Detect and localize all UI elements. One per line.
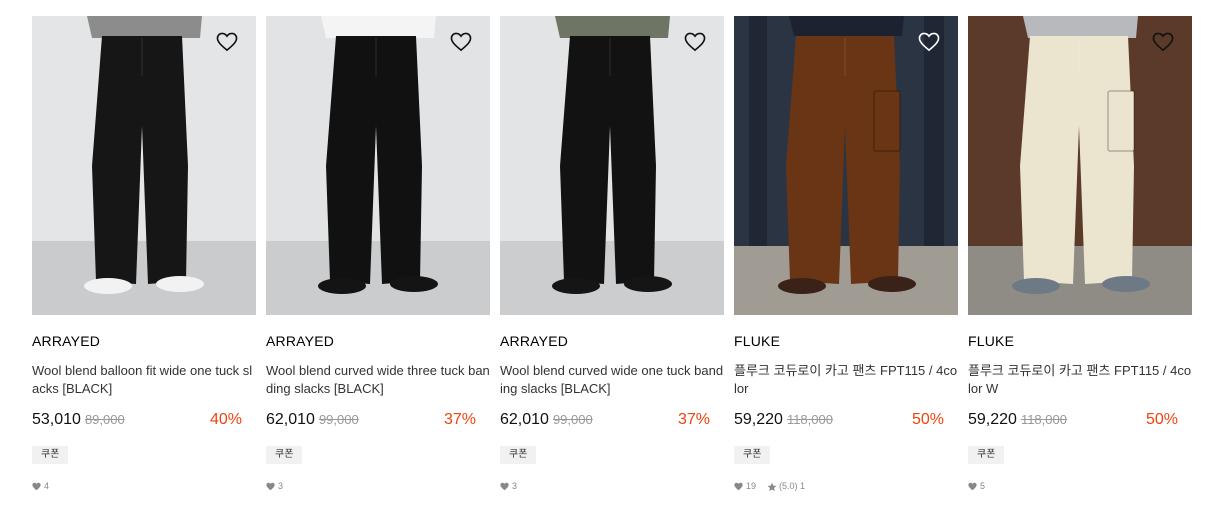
discount-rate: 37% [677,411,710,428]
rating-text: (5.0) 1 [779,481,806,491]
like-count: 4 [44,481,50,491]
wishlist-heart-icon[interactable] [450,32,474,54]
sale-price: 62,010 [266,411,315,428]
original-price: 89,000 [84,412,125,427]
coupon-badge: 쿠폰 [500,446,537,464]
sale-price: 53,010 [32,411,81,428]
like-count: 3 [278,481,284,491]
product-brand[interactable]: FLUKE [968,332,1192,350]
sale-price: 59,220 [734,411,783,428]
coupon-badge: 쿠폰 [968,446,1005,464]
product-image[interactable] [32,16,256,315]
product-title[interactable]: Wool blend balloon fit wide one tuck sla… [32,362,256,398]
product-grid: ARRAYED Wool blend balloon fit wide one … [32,16,1192,492]
discount-rate: 50% [911,411,944,428]
product-brand[interactable]: ARRAYED [32,332,256,350]
product-image[interactable] [968,16,1192,315]
heart-icon [32,482,41,491]
product-meta: 19 (5.0) 1 [734,480,958,492]
product-title[interactable]: Wool blend curved wide one tuck banding … [500,362,724,398]
product-photo [734,16,958,315]
product-brand[interactable]: FLUKE [734,332,958,350]
coupon-badge: 쿠폰 [734,446,771,464]
original-price: 118,000 [1020,412,1067,427]
product-brand[interactable]: ARRAYED [500,332,724,350]
product-photo [968,16,1192,315]
coupon-badge: 쿠폰 [266,446,303,464]
like-count: 3 [512,481,518,491]
product-card[interactable]: ARRAYED Wool blend curved wide one tuck … [500,16,724,492]
coupon-badge: 쿠폰 [32,446,69,464]
product-card[interactable]: FLUKE 플루크 코듀로이 카고 팬츠 FPT115 / 4color W 5… [968,16,1192,492]
price-row: 59,220 118,000 50% [734,411,958,431]
product-image[interactable] [734,16,958,315]
product-photo [32,16,256,315]
product-photo [500,16,724,315]
discount-rate: 37% [443,411,476,428]
wishlist-heart-icon[interactable] [684,32,708,54]
discount-rate: 40% [209,411,242,428]
heart-icon [266,482,275,491]
product-title[interactable]: Wool blend curved wide three tuck bandin… [266,362,490,398]
star-icon [767,482,777,491]
product-meta: 3 [266,480,490,492]
product-photo [266,16,490,315]
price-row: 62,010 99,000 37% [500,411,724,431]
original-price: 99,000 [552,412,593,427]
sale-price: 59,220 [968,411,1017,428]
product-meta: 3 [500,480,724,492]
product-image[interactable] [500,16,724,315]
like-count: 5 [980,481,986,491]
product-meta: 4 [32,480,256,492]
product-image[interactable] [266,16,490,315]
product-card[interactable]: FLUKE 플루크 코듀로이 카고 팬츠 FPT115 / 4color 59,… [734,16,958,492]
original-price: 118,000 [786,412,833,427]
product-title[interactable]: 플루크 코듀로이 카고 팬츠 FPT115 / 4color [734,362,958,398]
product-title[interactable]: 플루크 코듀로이 카고 팬츠 FPT115 / 4color W [968,362,1192,398]
product-brand[interactable]: ARRAYED [266,332,490,350]
product-meta: 5 [968,480,1192,492]
price-row: 59,220 118,000 50% [968,411,1192,431]
heart-icon [968,482,977,491]
product-card[interactable]: ARRAYED Wool blend curved wide three tuc… [266,16,490,492]
like-count: 19 [746,481,757,491]
product-card[interactable]: ARRAYED Wool blend balloon fit wide one … [32,16,256,492]
heart-icon [500,482,509,491]
sale-price: 62,010 [500,411,549,428]
price-row: 53,010 89,000 40% [32,411,256,431]
wishlist-heart-icon[interactable] [918,32,942,54]
discount-rate: 50% [1145,411,1178,428]
price-row: 62,010 99,000 37% [266,411,490,431]
wishlist-heart-icon[interactable] [1152,32,1176,54]
wishlist-heart-icon[interactable] [216,32,240,54]
product-rating: (5.0) 1 [767,481,805,491]
heart-icon [734,482,743,491]
original-price: 99,000 [318,412,359,427]
